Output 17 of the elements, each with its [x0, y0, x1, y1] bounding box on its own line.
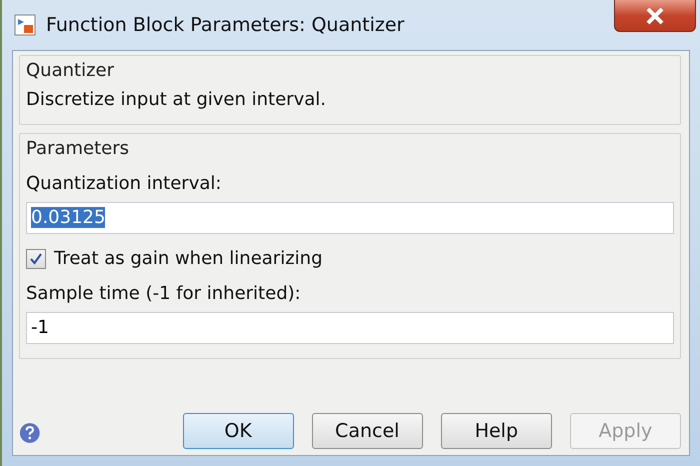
close-button[interactable] [614, 0, 696, 32]
group-title: Parameters [26, 138, 130, 159]
close-icon [644, 6, 666, 24]
window-title: Function Block Parameters: Quantizer [46, 14, 406, 36]
description-text: Discretize input at given interval. [26, 89, 327, 110]
app-icon [14, 14, 36, 36]
checkbox[interactable] [26, 248, 46, 268]
group-title: Quantizer [26, 60, 115, 81]
dialog-button[interactable]: Cancel [312, 413, 423, 449]
checkbox-label: Treat as gain when linearizing [54, 248, 322, 269]
input-field[interactable]: 0.03125 [26, 202, 674, 234]
field-label: Sample time (-1 for inherited): [26, 283, 302, 304]
help-icon[interactable] [19, 421, 41, 445]
dialog-button[interactable]: OK [182, 413, 294, 449]
input-field[interactable]: -1 [26, 312, 674, 344]
dialog-button[interactable]: Help [440, 413, 552, 449]
field-label: Quantization interval: [26, 173, 222, 194]
